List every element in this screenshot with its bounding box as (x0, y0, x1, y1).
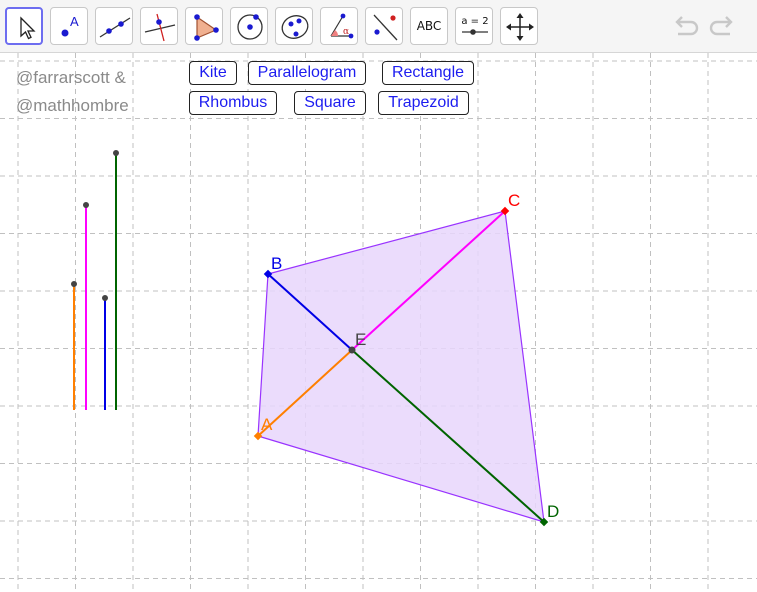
point-tool-glyph: A (70, 14, 79, 29)
angle-tool-button[interactable]: α (320, 7, 358, 45)
redo-button[interactable] (708, 12, 738, 40)
conic-tool-button[interactable] (275, 7, 313, 45)
length-bar-ea-handle[interactable] (71, 281, 77, 287)
segment-length-bars (71, 150, 119, 410)
square-button[interactable]: Square (294, 91, 366, 115)
redo-arrow-icon (709, 16, 733, 36)
undo-arrow-icon (675, 16, 699, 36)
perpendicular-line-icon (144, 13, 176, 42)
toolbar: A α ABC a = 2 (0, 0, 757, 53)
point-tool-button[interactable]: A (50, 7, 88, 45)
move-arrows-icon (506, 13, 534, 41)
point-icon: A (61, 14, 79, 37)
label-c: C (508, 191, 520, 210)
polygon-icon (194, 14, 219, 41)
perpendicular-line-tool-button[interactable] (140, 7, 178, 45)
trapezoid-button[interactable]: Trapezoid (378, 91, 469, 115)
rectangle-button[interactable]: Rectangle (382, 61, 474, 85)
credit-line-1: @farrarscott & (16, 68, 126, 87)
credit-line-2: @mathhombre (16, 96, 129, 115)
line-tool-button[interactable] (95, 7, 133, 45)
parallelogram-button[interactable]: Parallelogram (248, 61, 366, 85)
conic-icon (281, 15, 309, 39)
move-graphics-view-tool-button[interactable] (500, 7, 538, 45)
polygon-tool-button[interactable] (185, 7, 223, 45)
circle-icon (237, 14, 263, 40)
circle-tool-button[interactable] (230, 7, 268, 45)
rhombus-button[interactable]: Rhombus (189, 91, 277, 115)
cursor-arrow-icon (20, 16, 36, 40)
kite-button[interactable]: Kite (189, 61, 237, 85)
length-bar-ec-handle[interactable] (83, 202, 89, 208)
quadrilateral-abcd[interactable] (257, 210, 545, 523)
length-bar-ed-handle[interactable] (113, 150, 119, 156)
reflect-line-icon (373, 14, 398, 41)
slider-tool-button[interactable]: a = 2 (455, 7, 493, 45)
text-tool-label: ABC (416, 19, 442, 33)
angle-tool-glyph: α (343, 27, 349, 37)
line-icon (99, 17, 131, 38)
slider-icon: a = 2 (461, 16, 489, 35)
label-e: E (355, 330, 366, 349)
angle-icon: α (330, 13, 354, 39)
label-a: A (261, 415, 273, 434)
label-d: D (547, 502, 559, 521)
undo-button[interactable] (670, 12, 700, 40)
text-tool-button[interactable]: ABC (410, 7, 448, 45)
label-b: B (271, 254, 282, 273)
move-tool-button[interactable] (5, 7, 43, 45)
length-bar-eb-handle[interactable] (102, 295, 108, 301)
graphics-view[interactable]: A B C D E (0, 53, 757, 592)
reflect-tool-button[interactable] (365, 7, 403, 45)
slider-tool-label: a = 2 (461, 16, 488, 27)
